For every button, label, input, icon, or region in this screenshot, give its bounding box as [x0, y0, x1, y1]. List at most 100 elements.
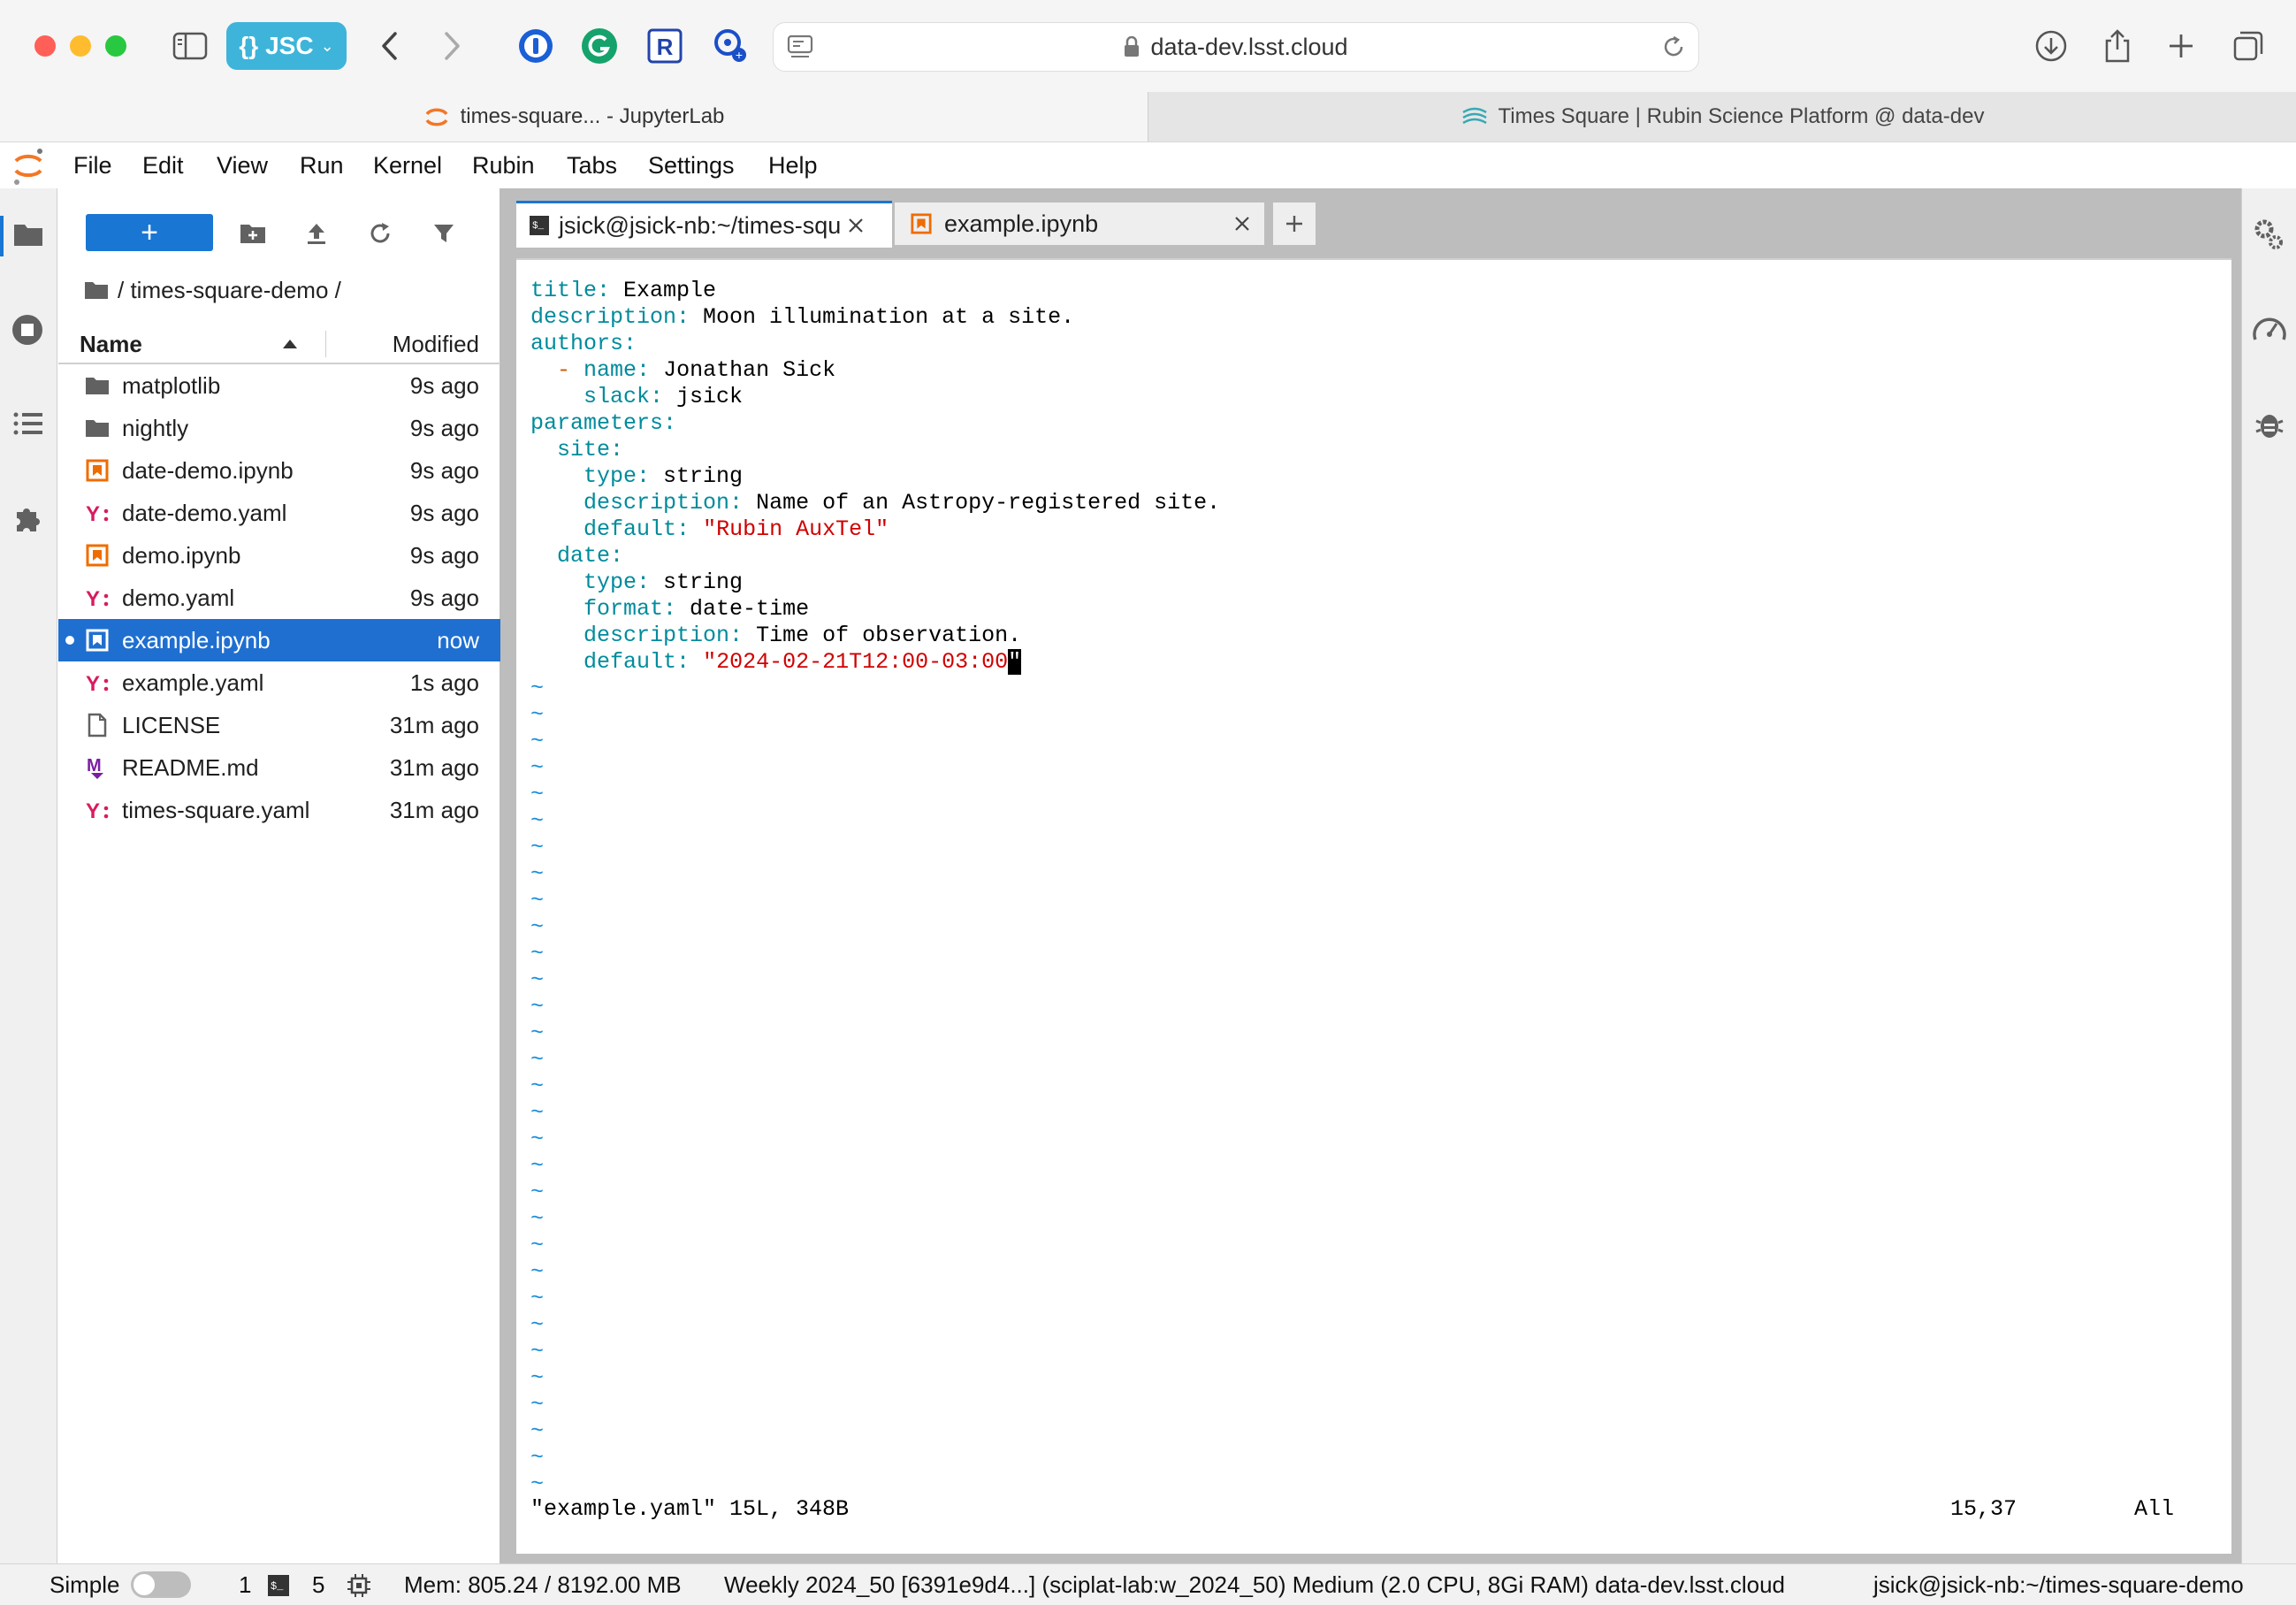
menu-kernel[interactable]: Kernel — [373, 142, 442, 188]
file-modified: 9s ago — [409, 457, 479, 484]
tilde-line: ~ — [530, 1365, 545, 1391]
terminal-line: default: "Rubin AuxTel" — [584, 516, 889, 542]
close-tab-icon[interactable] — [1232, 214, 1252, 233]
password-manager-icon[interactable] — [514, 24, 558, 68]
menu-edit[interactable]: Edit — [142, 142, 184, 188]
menu-settings[interactable]: Settings — [648, 142, 735, 188]
table-of-contents-icon[interactable] — [12, 410, 44, 437]
file-row-example-yaml[interactable]: Y example.yaml 1s ago — [58, 661, 500, 704]
dock-tab-label: example.ipynb — [944, 210, 1099, 237]
profile-button[interactable]: {} JSC ⌄ — [226, 22, 347, 70]
extension-manager-icon[interactable] — [11, 501, 45, 535]
browser-tab-jupyterlab[interactable]: times-square... - JupyterLab — [0, 92, 1148, 141]
file-name: date-demo.yaml — [122, 500, 287, 526]
breadcrumb-path[interactable]: / times-square-demo / — [118, 277, 341, 304]
close-window-button[interactable] — [34, 35, 56, 57]
sidebar-toggle-icon[interactable] — [168, 24, 212, 68]
tilde-line: ~ — [530, 1259, 545, 1285]
terminal-line: title: Example — [530, 278, 717, 303]
column-divider — [325, 331, 326, 357]
file-row-demo-ipynb[interactable]: demo.ipynb 9s ago — [58, 534, 500, 577]
share-icon[interactable] — [2095, 24, 2140, 68]
minimize-window-button[interactable] — [70, 35, 91, 57]
file-row-date-demo-ipynb[interactable]: date-demo.ipynb 9s ago — [58, 449, 500, 492]
tilde-line: ~ — [530, 994, 545, 1020]
notebook-icon — [85, 628, 110, 653]
markdown-icon: M — [85, 755, 110, 780]
rubin-icon — [1461, 107, 1487, 125]
extension-r-icon[interactable]: R — [643, 24, 687, 68]
file-row-matplotlib[interactable]: matplotlib 9s ago — [58, 364, 500, 407]
column-name[interactable]: Name — [80, 325, 142, 363]
new-folder-icon[interactable] — [235, 216, 271, 251]
notebook-icon — [85, 543, 110, 568]
file-modified: 9s ago — [409, 372, 479, 399]
file-row-times-square-yaml[interactable]: Y times-square.yaml 31m ago — [58, 789, 500, 831]
svg-text:M: M — [87, 756, 102, 776]
file-list-header: Name Modified — [58, 325, 500, 364]
upload-icon[interactable] — [299, 216, 334, 251]
new-launcher-button[interactable]: + — [86, 214, 213, 251]
menu-run[interactable]: Run — [300, 142, 344, 188]
new-tab-icon[interactable] — [2159, 24, 2203, 68]
file-row-nightly[interactable]: nightly 9s ago — [58, 407, 500, 449]
extension-brain-icon[interactable]: + — [707, 24, 751, 68]
filter-icon[interactable] — [426, 216, 461, 251]
tilde-line: ~ — [530, 1471, 545, 1497]
column-modified[interactable]: Modified — [393, 325, 479, 363]
file-row-example-ipynb[interactable]: example.ipynb now — [58, 619, 500, 661]
file-name: times-square.yaml — [122, 797, 310, 823]
dock-tab-notebook[interactable]: example.ipynb — [895, 203, 1264, 245]
file-row-date-demo-yaml[interactable]: Y date-demo.yaml 9s ago — [58, 492, 500, 534]
file-modified: 31m ago — [389, 754, 479, 781]
add-tab-button[interactable] — [1273, 203, 1316, 245]
url-bar[interactable]: data-dev.lsst.cloud — [773, 22, 1699, 72]
file-modified: 9s ago — [409, 415, 479, 441]
file-name: README.md — [122, 754, 259, 781]
reload-icon[interactable] — [1661, 34, 1686, 59]
right-sidebar — [2241, 188, 2296, 1563]
tab-overview-icon[interactable] — [2226, 24, 2270, 68]
running-sessions-icon[interactable] — [11, 313, 44, 347]
terminal-panel[interactable]: title: Example description: Moon illumin… — [516, 258, 2231, 1554]
tilde-line: ~ — [530, 835, 545, 860]
terminal-line: authors: — [530, 331, 637, 356]
menu-file[interactable]: File — [73, 142, 112, 188]
terminal-line: site: — [557, 437, 624, 462]
browser-tab-label: Times Square | Rubin Science Platform @ … — [1498, 104, 1985, 128]
home-folder-icon[interactable] — [84, 280, 109, 300]
forward-icon[interactable] — [430, 24, 474, 68]
dock-tab-terminal[interactable]: $_ jsick@jsick-nb:~/times-squ — [516, 201, 892, 248]
folder-icon[interactable] — [12, 221, 44, 248]
terminal-line: date: — [557, 543, 624, 569]
debugger-icon[interactable] — [2254, 409, 2285, 440]
tilde-line: ~ — [530, 1233, 545, 1258]
browser-tab-times-square[interactable]: Times Square | Rubin Science Platform @ … — [1148, 92, 2296, 141]
file-row-license[interactable]: LICENSE 31m ago — [58, 704, 500, 746]
kernel-count[interactable]: 5 — [312, 1564, 324, 1605]
menu-rubin[interactable]: Rubin — [472, 142, 535, 188]
sort-ascending-icon[interactable] — [282, 339, 298, 349]
file-row-readme[interactable]: M README.md 31m ago — [58, 746, 500, 789]
resource-usage-icon[interactable] — [2252, 313, 2287, 345]
zoom-window-button[interactable] — [105, 35, 126, 57]
back-icon[interactable] — [368, 24, 412, 68]
tilde-line: ~ — [530, 676, 545, 701]
yaml-icon: Y — [85, 501, 110, 525]
file-row-demo-yaml[interactable]: Y demo.yaml 9s ago — [58, 577, 500, 619]
close-tab-icon[interactable] — [846, 216, 866, 235]
property-inspector-icon[interactable] — [2254, 218, 2285, 252]
menu-view[interactable]: View — [217, 142, 268, 188]
refresh-icon[interactable] — [362, 216, 398, 251]
menu-tabs[interactable]: Tabs — [567, 142, 617, 188]
tilde-line: ~ — [530, 808, 545, 834]
terminal-count[interactable]: 1 — [239, 1564, 251, 1605]
menu-help[interactable]: Help — [768, 142, 818, 188]
downloads-icon[interactable] — [2029, 24, 2073, 68]
tilde-line: ~ — [530, 782, 545, 807]
vim-status-scroll: All — [2134, 1496, 2175, 1522]
terminal-line: type: string — [584, 569, 744, 595]
grammarly-icon[interactable] — [577, 24, 622, 68]
file-modified: 31m ago — [389, 797, 479, 823]
tilde-line: ~ — [530, 1180, 545, 1205]
